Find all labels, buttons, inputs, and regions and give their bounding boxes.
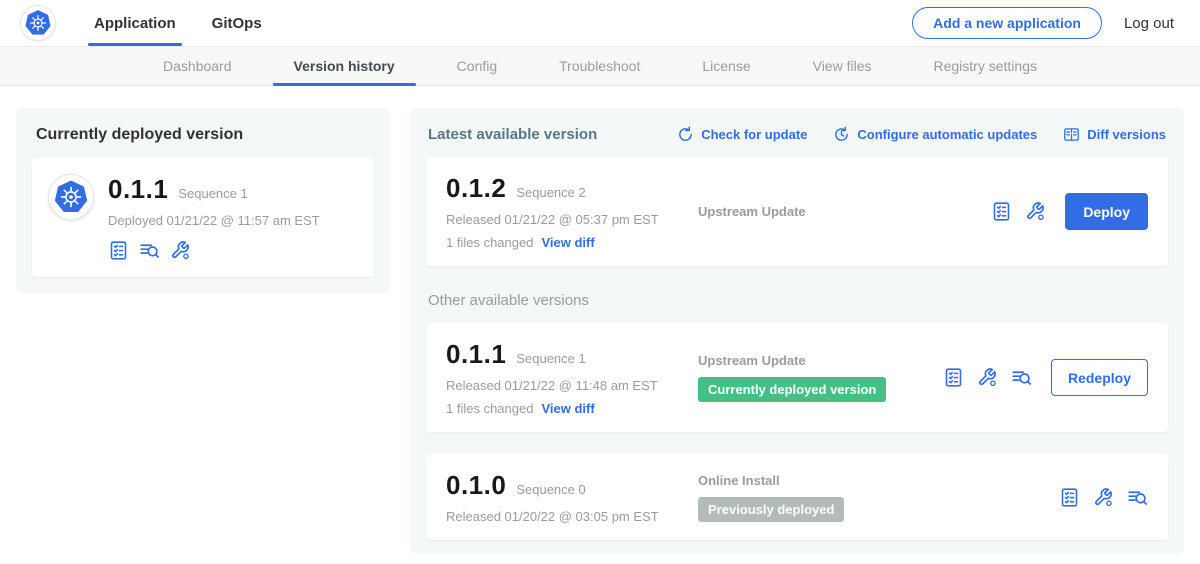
tab-application-label: Application xyxy=(94,15,176,32)
diff-icon xyxy=(1063,126,1080,143)
logout-button[interactable]: Log out xyxy=(1124,15,1174,32)
app-kubernetes-icon xyxy=(48,174,94,220)
config-icon[interactable] xyxy=(170,240,191,261)
refresh-icon xyxy=(677,126,694,143)
config-icon[interactable] xyxy=(977,367,998,388)
source-label: Online Install xyxy=(698,473,780,488)
subnav-tab-registry-settings[interactable]: Registry settings xyxy=(903,47,1068,85)
versions-panel: Latest available version Check for updat… xyxy=(410,108,1184,554)
deploy-logs-icon[interactable] xyxy=(1011,367,1032,388)
latest-version-title: Latest available version xyxy=(428,126,597,143)
config-icon[interactable] xyxy=(1025,201,1046,222)
config-icon[interactable] xyxy=(1093,487,1114,508)
version-number: 0.1.0 xyxy=(446,470,506,501)
currently-deployed-panel: Currently deployed version 0.1.1 Sequenc… xyxy=(16,108,390,293)
files-changed: 1 files changed xyxy=(446,401,533,416)
version-source: Online Install Previously deployed xyxy=(698,473,1059,522)
configure-updates-label: Configure automatic updates xyxy=(857,127,1037,142)
source-label: Upstream Update xyxy=(698,353,806,368)
redeploy-button[interactable]: Redeploy xyxy=(1051,359,1148,396)
view-diff-link[interactable]: View diff xyxy=(541,401,594,416)
version-number: 0.1.1 xyxy=(446,339,506,370)
deployed-panel-title: Currently deployed version xyxy=(36,126,374,144)
deploy-button[interactable]: Deploy xyxy=(1065,193,1148,230)
subnav-tab-config[interactable]: Config xyxy=(426,47,528,85)
version-actions: Check for update Configure automatic upd… xyxy=(677,126,1166,143)
other-versions-title: Other available versions xyxy=(428,292,1166,309)
check-for-update-label: Check for update xyxy=(701,127,807,142)
subnav-label: License xyxy=(702,58,750,74)
preflight-icon[interactable] xyxy=(943,367,964,388)
deployed-timestamp: Deployed 01/21/22 @ 11:57 am EST xyxy=(108,213,320,228)
subnav-label: Dashboard xyxy=(163,58,232,74)
version-info: 0.1.1 Sequence 1 Released 01/21/22 @ 11:… xyxy=(446,339,698,416)
subnav-label: Troubleshoot xyxy=(559,58,640,74)
tab-gitops[interactable]: GitOps xyxy=(194,0,280,46)
subnav-tab-troubleshoot[interactable]: Troubleshoot xyxy=(528,47,671,85)
version-sequence: Sequence 1 xyxy=(516,351,585,366)
app-subnav: Dashboard Version history Config Trouble… xyxy=(0,46,1200,86)
main-content: Currently deployed version 0.1.1 Sequenc… xyxy=(0,86,1200,554)
version-released: Released 01/21/22 @ 05:37 pm EST xyxy=(446,212,698,227)
check-for-update-link[interactable]: Check for update xyxy=(677,126,807,143)
deployed-sequence: Sequence 1 xyxy=(178,186,247,201)
version-released: Released 01/21/22 @ 11:48 am EST xyxy=(446,378,698,393)
version-actions-right: Redeploy xyxy=(943,359,1148,396)
app-logo xyxy=(0,0,76,46)
subnav-tab-version-history[interactable]: Version history xyxy=(263,47,426,85)
status-badge-currently-deployed: Currently deployed version xyxy=(698,377,886,402)
view-diff-link[interactable]: View diff xyxy=(541,235,594,250)
files-changed: 1 files changed xyxy=(446,235,533,250)
deploy-logs-icon[interactable] xyxy=(139,240,160,261)
version-actions-right: Deploy xyxy=(991,193,1148,230)
version-info: 0.1.0 Sequence 0 Released 01/20/22 @ 03:… xyxy=(446,470,698,524)
add-application-button[interactable]: Add a new application xyxy=(912,7,1102,39)
subnav-tab-view-files[interactable]: View files xyxy=(782,47,903,85)
diff-versions-link[interactable]: Diff versions xyxy=(1063,126,1166,143)
subnav-label: View files xyxy=(813,58,872,74)
kubernetes-logo-icon xyxy=(20,5,56,41)
version-sequence: Sequence 2 xyxy=(516,185,585,200)
configure-updates-link[interactable]: Configure automatic updates xyxy=(833,126,1037,143)
versions-panel-header: Latest available version Check for updat… xyxy=(428,126,1166,143)
deployed-version-info: 0.1.1 Sequence 1 Deployed 01/21/22 @ 11:… xyxy=(108,174,320,261)
version-source: Upstream Update xyxy=(698,204,991,219)
subnav-tab-dashboard[interactable]: Dashboard xyxy=(132,47,263,85)
subnav-label: Config xyxy=(457,58,497,74)
status-badge-previously-deployed: Previously deployed xyxy=(698,497,844,522)
subnav-label: Version history xyxy=(294,58,395,74)
preflight-icon[interactable] xyxy=(991,201,1012,222)
tab-application[interactable]: Application xyxy=(76,0,194,46)
tab-gitops-label: GitOps xyxy=(212,15,262,32)
source-label: Upstream Update xyxy=(698,204,806,219)
version-released: Released 01/20/22 @ 03:05 pm EST xyxy=(446,509,698,524)
preflight-icon[interactable] xyxy=(1059,487,1080,508)
version-sequence: Sequence 0 xyxy=(516,482,585,497)
version-card-0-1-0: 0.1.0 Sequence 0 Released 01/20/22 @ 03:… xyxy=(426,454,1168,540)
deployed-version-number: 0.1.1 xyxy=(108,174,168,205)
header-right: Add a new application Log out xyxy=(912,0,1200,46)
deploy-logs-icon[interactable] xyxy=(1127,487,1148,508)
version-actions-right xyxy=(1059,487,1148,508)
version-card-0-1-2: 0.1.2 Sequence 2 Released 01/21/22 @ 05:… xyxy=(426,157,1168,266)
version-card-0-1-1: 0.1.1 Sequence 1 Released 01/21/22 @ 11:… xyxy=(426,323,1168,432)
header-tabs: Application GitOps xyxy=(76,0,280,46)
preflight-icon[interactable] xyxy=(108,240,129,261)
subnav-tab-license[interactable]: License xyxy=(671,47,781,85)
version-source: Upstream Update Currently deployed versi… xyxy=(698,353,943,402)
subnav-label: Registry settings xyxy=(934,58,1037,74)
deployed-version-card: 0.1.1 Sequence 1 Deployed 01/21/22 @ 11:… xyxy=(32,158,374,277)
top-header: Application GitOps Add a new application… xyxy=(0,0,1200,46)
diff-versions-label: Diff versions xyxy=(1087,127,1166,142)
version-info: 0.1.2 Sequence 2 Released 01/21/22 @ 05:… xyxy=(446,173,698,250)
version-number: 0.1.2 xyxy=(446,173,506,204)
schedule-icon xyxy=(833,126,850,143)
